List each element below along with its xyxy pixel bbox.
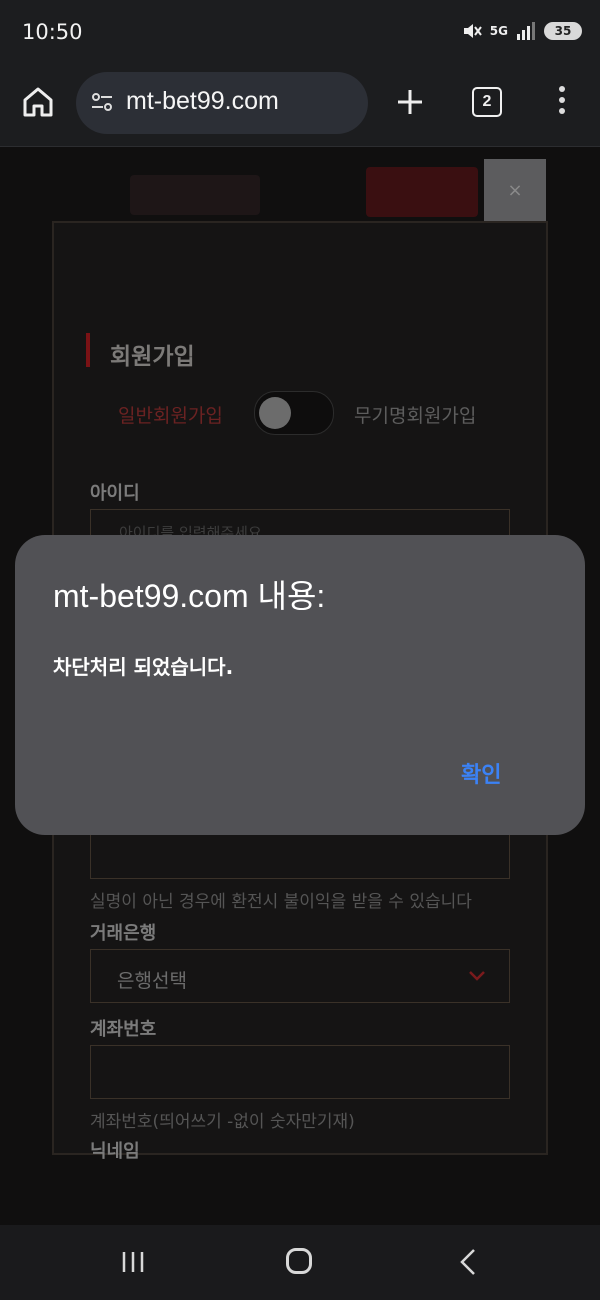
anonymous-signup-option[interactable]: 무기명회원가입 (354, 401, 476, 428)
account-label: 계좌번호 (90, 1019, 157, 1040)
mute-icon (463, 24, 482, 38)
signal-icon (517, 22, 535, 40)
new-tab-icon[interactable] (394, 86, 426, 118)
dialog-title: mt-bet99.com 내용: (53, 578, 326, 614)
battery-icon: 35 (544, 22, 582, 40)
page-header-block (130, 175, 260, 215)
modal-close-button[interactable]: × (484, 159, 546, 221)
site-settings-icon[interactable] (90, 90, 114, 114)
account-input[interactable] (90, 1045, 510, 1099)
back-icon[interactable] (456, 1247, 480, 1277)
title-accent-bar (86, 333, 90, 367)
signup-type-toggle[interactable] (254, 391, 334, 435)
url-text[interactable]: mt-bet99.com (126, 87, 279, 116)
page-header-button (366, 167, 478, 217)
tab-switcher-button[interactable]: 2 (472, 87, 502, 117)
bank-label: 거래은행 (90, 923, 157, 944)
status-icons: 5G 35 (462, 22, 582, 40)
toggle-knob (259, 397, 291, 429)
general-signup-option[interactable]: 일반회원가입 (118, 401, 223, 428)
browser-toolbar: mt-bet99.com 2 (0, 64, 600, 147)
network-label: 5G (489, 24, 508, 38)
account-hint: 계좌번호(띄어쓰기 -없이 숫자만기재) (90, 1112, 355, 1132)
more-menu-icon[interactable] (552, 86, 572, 118)
confirm-button[interactable]: 확인 (461, 757, 501, 789)
status-time: 10:50 (22, 20, 83, 44)
recent-apps-icon[interactable] (120, 1249, 146, 1275)
bank-select[interactable]: 은행선택 (90, 949, 510, 1003)
home-icon[interactable] (20, 84, 56, 120)
id-label: 아이디 (90, 483, 140, 504)
close-icon: × (507, 179, 523, 201)
system-nav-bar (0, 1225, 600, 1300)
battery-level: 35 (554, 24, 572, 38)
status-bar: 10:50 5G 35 (0, 0, 600, 64)
name-hint: 실명이 아닌 경우에 환전시 불이익을 받을 수 있습니다 (90, 892, 472, 912)
modal-title: 회원가입 (110, 344, 195, 370)
home-nav-icon[interactable] (286, 1248, 312, 1274)
dialog-message: 차단처리 되었습니다. (53, 655, 234, 679)
tab-count: 2 (482, 93, 492, 110)
bank-select-value: 은행선택 (117, 970, 187, 992)
alert-dialog: mt-bet99.com 내용: 차단처리 되었습니다. 확인 (15, 535, 585, 835)
chevron-down-icon (469, 971, 485, 981)
nickname-label: 닉네임 (90, 1141, 140, 1162)
address-bar[interactable]: mt-bet99.com (76, 72, 368, 134)
